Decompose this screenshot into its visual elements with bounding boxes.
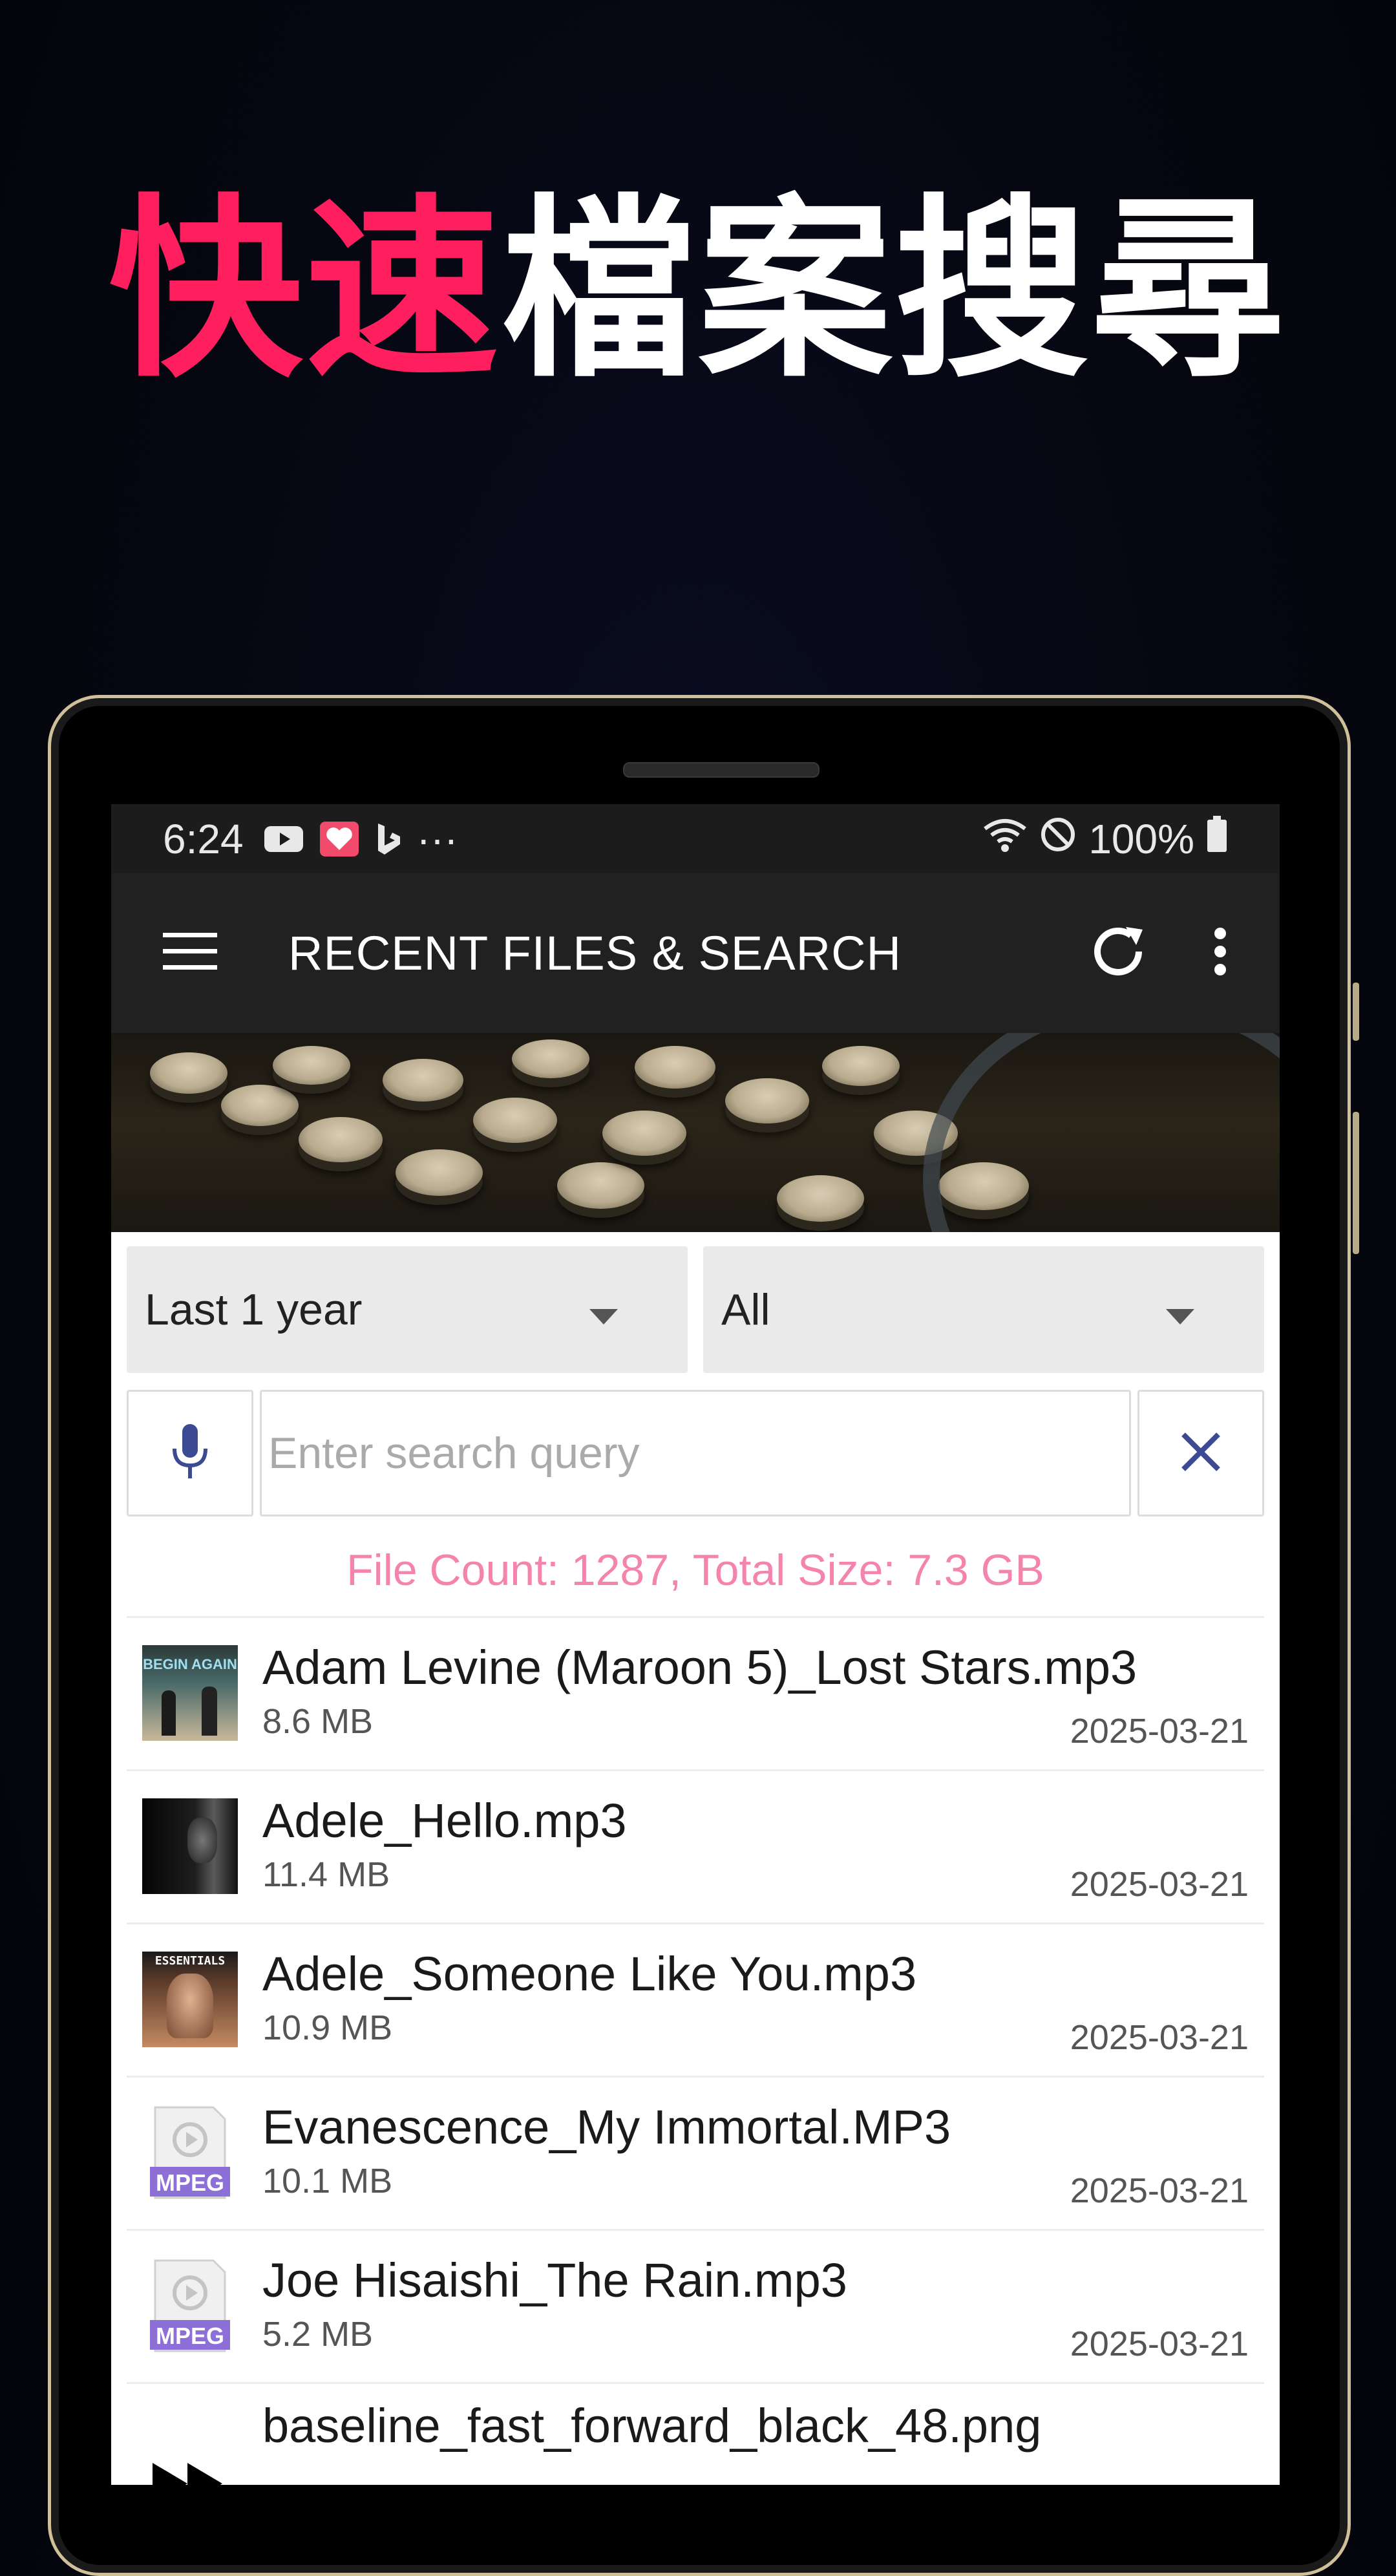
wifi-icon (982, 815, 1028, 863)
hamburger-icon[interactable] (163, 931, 217, 975)
fast-forward-icon (142, 2411, 238, 2485)
file-date: 2025-03-21 (1070, 2018, 1249, 2057)
clear-search-button[interactable] (1137, 1390, 1264, 1517)
portrait-silhouette (167, 1974, 213, 2038)
album-art-text: BEGIN AGAIN (143, 1656, 237, 1672)
album-art-text: ESSENTIALS (154, 1954, 226, 1968)
file-list-item[interactable]: MPEG Joe Hisaishi_The Rain.mp3 5.2 MB 20… (127, 2231, 1264, 2384)
typewriter-key (777, 1175, 864, 1222)
file-list-item[interactable]: ESSENTIALS Adele_Someone Like You.mp3 10… (127, 1924, 1264, 2078)
typewriter-key (150, 1052, 227, 1094)
typewriter-key (512, 1039, 589, 1078)
do-not-disturb-icon (1039, 815, 1077, 863)
headline-rest: 檔案搜尋 (502, 178, 1287, 403)
file-name: Adele_Hello.mp3 (262, 1794, 627, 1847)
figure-silhouette (202, 1687, 217, 1736)
file-name: Evanescence_My Immortal.MP3 (262, 2100, 951, 2154)
device-button (1353, 983, 1359, 1041)
device-speaker (623, 762, 820, 778)
health-app-icon (319, 820, 360, 858)
mpeg-file-icon: MPEG (142, 2105, 238, 2200)
time-range-value: Last 1 year (145, 1285, 363, 1334)
mpeg-label: MPEG (155, 2169, 224, 2196)
status-time: 6:24 (163, 815, 244, 862)
typewriter-platen (923, 1033, 1280, 1232)
search-input[interactable]: Enter search query (260, 1390, 1131, 1517)
typewriter-key (299, 1117, 383, 1162)
typewriter-key (602, 1111, 686, 1156)
microphone-icon (171, 1423, 209, 1484)
typewriter-key (273, 1046, 350, 1085)
file-date: 2025-03-21 (1070, 2325, 1249, 2363)
typewriter-key (635, 1046, 715, 1089)
more-notifications-icon: ··· (416, 815, 458, 862)
bing-icon (374, 821, 403, 857)
file-date: 2025-03-21 (1070, 1712, 1249, 1751)
typewriter-key (473, 1098, 557, 1143)
file-name: baseline_fast_forward_black_48.png (262, 2399, 1042, 2453)
mpeg-file-icon: MPEG (142, 2258, 238, 2354)
file-list: BEGIN AGAIN Adam Levine (Maroon 5)_Lost … (127, 1618, 1264, 2485)
file-name: Adam Levine (Maroon 5)_Lost Stars.mp3 (262, 1641, 1137, 1694)
typewriter-key (221, 1085, 299, 1126)
app-screen: 6:24 ··· 100% RECENT FILES & SEARCH Last… (111, 804, 1280, 2485)
file-date: 2025-03-21 (1070, 1865, 1249, 1904)
battery-level: 100% (1088, 815, 1194, 862)
typewriter-key (383, 1059, 463, 1102)
file-list-item[interactable]: BEGIN AGAIN Adam Levine (Maroon 5)_Lost … (127, 1618, 1264, 1771)
file-type-value: All (721, 1285, 770, 1334)
refresh-icon[interactable] (1088, 922, 1148, 985)
file-list-item[interactable]: Adele_Hello.mp3 11.4 MB 2025-03-21 (127, 1771, 1264, 1924)
album-art-thumbnail: ESSENTIALS (142, 1952, 238, 2047)
overflow-menu-icon[interactable] (1212, 926, 1228, 981)
typewriter-key (725, 1078, 809, 1123)
time-range-dropdown[interactable]: Last 1 year (127, 1246, 688, 1373)
dropdown-arrow-icon (589, 1284, 618, 1335)
file-date: 2025-03-21 (1070, 2171, 1249, 2210)
battery-icon (1206, 815, 1228, 863)
figure-silhouette (162, 1690, 176, 1736)
device-button (1353, 1112, 1359, 1254)
search-placeholder: Enter search query (268, 1429, 640, 1478)
typewriter-banner-image (111, 1033, 1280, 1232)
voice-search-button[interactable] (127, 1390, 253, 1517)
page-title: RECENT FILES & SEARCH (288, 926, 902, 980)
portrait-silhouette (187, 1818, 217, 1863)
album-art-thumbnail: BEGIN AGAIN (142, 1645, 238, 1741)
file-list-item[interactable]: baseline_fast_forward_black_48.png (127, 2384, 1264, 2485)
file-name: Joe Hisaishi_The Rain.mp3 (262, 2253, 847, 2307)
album-art-thumbnail (142, 1798, 238, 1894)
file-name: Adele_Someone Like You.mp3 (262, 1947, 917, 2001)
file-type-dropdown[interactable]: All (703, 1246, 1264, 1373)
file-list-item[interactable]: MPEG Evanescence_My Immortal.MP3 10.1 MB… (127, 2078, 1264, 2231)
typewriter-key (396, 1149, 483, 1196)
youtube-icon (263, 824, 304, 855)
dropdown-arrow-icon (1166, 1284, 1194, 1335)
close-icon (1179, 1431, 1222, 1476)
app-bar: RECENT FILES & SEARCH (111, 873, 1280, 1033)
typewriter-key (822, 1046, 900, 1086)
file-summary: File Count: 1287, Total Size: 7.3 GB (346, 1546, 1044, 1595)
mpeg-label: MPEG (155, 2323, 224, 2349)
promo-headline: 快速檔案搜尋 (0, 175, 1396, 407)
headline-accent: 快速 (109, 178, 502, 403)
typewriter-key (557, 1162, 644, 1209)
status-bar: 6:24 ··· 100% (111, 804, 1280, 873)
